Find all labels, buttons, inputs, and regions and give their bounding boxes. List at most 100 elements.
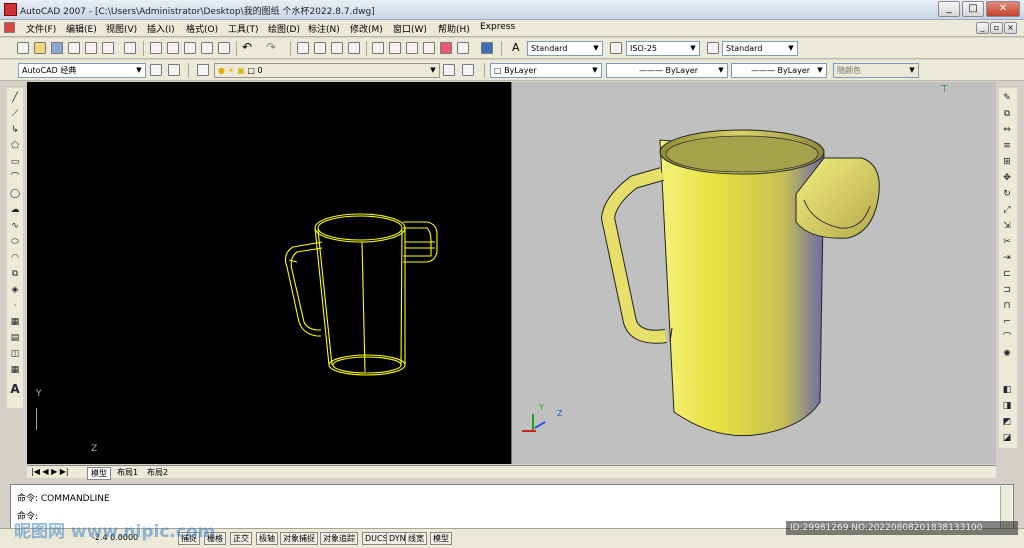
paste-icon[interactable] <box>184 42 196 54</box>
zoom-previous-icon[interactable] <box>348 42 360 54</box>
copy-icon[interactable] <box>167 42 179 54</box>
array-icon[interactable]: ⊞ <box>1001 156 1013 168</box>
send-back-icon[interactable]: ◩ <box>1001 416 1013 428</box>
polar-toggle[interactable]: 极轴 <box>256 532 278 545</box>
markup-icon[interactable] <box>440 42 452 54</box>
hatch-icon[interactable]: ▦ <box>9 316 21 328</box>
pan-icon[interactable] <box>297 42 309 54</box>
line-icon[interactable]: ╱ <box>9 92 21 104</box>
break-icon[interactable]: ⊐ <box>1001 284 1013 296</box>
point-icon[interactable]: · <box>9 300 21 312</box>
tab-nav-arrows[interactable]: |◀ ◀ ▶ ▶| <box>31 467 69 476</box>
3dplot-icon[interactable] <box>124 42 136 54</box>
lineweight-toggle[interactable]: 线宽 <box>405 532 427 545</box>
polyline-icon[interactable]: ↳ <box>9 124 21 136</box>
construction-line-icon[interactable]: ⟋ <box>9 108 21 120</box>
doc-close-button[interactable]: × <box>1004 22 1017 34</box>
design-center-icon[interactable] <box>389 42 401 54</box>
mirror-icon[interactable]: ⇔ <box>1001 124 1013 136</box>
menu-window[interactable]: 窗口(W) <box>393 22 427 35</box>
erase-icon[interactable]: ✎ <box>1001 92 1013 104</box>
menu-draw[interactable]: 绘图(D) <box>268 22 300 35</box>
color-select[interactable]: □ ByLayer ▼ <box>490 63 602 78</box>
table-style-select[interactable]: Standard ▼ <box>722 41 798 56</box>
quickcalc-icon[interactable] <box>457 42 469 54</box>
linetype-select[interactable]: ——— ByLayer ▼ <box>606 63 728 78</box>
chamfer-icon[interactable]: ⌐ <box>1001 316 1013 328</box>
save-icon[interactable] <box>51 42 63 54</box>
menu-view[interactable]: 视图(V) <box>106 22 137 35</box>
tab-layout1[interactable]: 布局1 <box>117 467 138 478</box>
workspace-settings-icon[interactable] <box>150 64 162 76</box>
otrack-toggle[interactable]: 对象追踪 <box>320 532 358 545</box>
menu-file[interactable]: 文件(F) <box>26 22 56 35</box>
tab-model[interactable]: 模型 <box>87 467 111 480</box>
revision-cloud-icon[interactable]: ☁ <box>9 204 21 216</box>
insert-block-icon[interactable]: ⧉ <box>9 268 21 280</box>
menu-express[interactable]: Express <box>480 22 515 32</box>
menu-format[interactable]: 格式(O) <box>186 22 218 35</box>
join-icon[interactable]: ⊓ <box>1001 300 1013 312</box>
ellipse-arc-icon[interactable]: ◠ <box>9 252 21 264</box>
text-front-icon[interactable]: ◪ <box>1001 432 1013 444</box>
lineweight-select[interactable]: ——— ByLayer ▼ <box>731 63 827 78</box>
osnap-toggle[interactable]: 对象捕捉 <box>280 532 318 545</box>
spline-icon[interactable]: ∿ <box>9 220 21 232</box>
table-icon[interactable]: ▦ <box>9 364 21 376</box>
undo-icon[interactable]: ↶ <box>242 41 254 54</box>
ortho-toggle[interactable]: 正交 <box>230 532 252 545</box>
extend-icon[interactable]: ⇥ <box>1001 252 1013 264</box>
make-layer-current-icon[interactable] <box>443 64 455 76</box>
multiline-text-icon[interactable]: A <box>9 383 21 395</box>
circle-icon[interactable]: ◯ <box>9 188 21 200</box>
break-at-point-icon[interactable]: ⊏ <box>1001 268 1013 280</box>
layer-manager-icon[interactable] <box>197 64 209 76</box>
region-icon[interactable]: ◫ <box>9 348 21 360</box>
fillet-icon[interactable]: ⌒ <box>1001 332 1013 344</box>
rotate-icon[interactable]: ↻ <box>1001 188 1013 200</box>
zoom-window-icon[interactable] <box>331 42 343 54</box>
open-icon[interactable] <box>34 42 46 54</box>
ellipse-icon[interactable]: ⬭ <box>9 236 21 248</box>
menu-dimension[interactable]: 标注(N) <box>308 22 340 35</box>
match-properties-icon[interactable] <box>201 42 213 54</box>
menu-modify[interactable]: 修改(M) <box>350 22 383 35</box>
rectangle-icon[interactable]: ▭ <box>9 156 21 168</box>
plot-icon[interactable] <box>68 42 80 54</box>
plotstyle-select[interactable]: 随颜色 ▼ <box>833 63 919 78</box>
layer-select[interactable]: ● ☀ ▣ □ 0 ▼ <box>214 63 440 78</box>
publish-icon[interactable] <box>102 42 114 54</box>
viewport-shaded[interactable]: ⊤ Z Y <box>511 82 996 464</box>
move-icon[interactable]: ✥ <box>1001 172 1013 184</box>
draw-order-icon[interactable]: ◧ <box>1001 384 1013 396</box>
redo-icon[interactable]: ↷ <box>266 41 278 54</box>
cut-icon[interactable] <box>150 42 162 54</box>
gradient-icon[interactable]: ▤ <box>9 332 21 344</box>
minimize-button[interactable]: _ <box>938 1 960 17</box>
viewport-wireframe[interactable]: Y Z <box>27 82 511 464</box>
properties-icon[interactable] <box>372 42 384 54</box>
menu-insert[interactable]: 插入(I) <box>147 22 175 35</box>
document-icon[interactable] <box>4 22 15 33</box>
doc-minimize-button[interactable]: _ <box>976 22 989 34</box>
arc-icon[interactable]: ⌒ <box>9 172 21 184</box>
save-workspace-icon[interactable] <box>168 64 180 76</box>
model-space-toggle[interactable]: 模型 <box>430 532 452 545</box>
tool-palettes-icon[interactable] <box>406 42 418 54</box>
menu-tools[interactable]: 工具(T) <box>228 22 259 35</box>
menu-edit[interactable]: 编辑(E) <box>66 22 97 35</box>
preview-icon[interactable] <box>85 42 97 54</box>
new-icon[interactable] <box>17 42 29 54</box>
block-editor-icon[interactable] <box>218 42 230 54</box>
scale-icon[interactable]: ⤢ <box>1001 204 1013 216</box>
offset-icon[interactable]: ≡ <box>1001 140 1013 152</box>
menu-help[interactable]: 帮助(H) <box>438 22 470 35</box>
polygon-icon[interactable]: ⬠ <box>9 140 21 152</box>
doc-restore-button[interactable]: ▫ <box>990 22 1003 34</box>
stretch-icon[interactable]: ⇲ <box>1001 220 1013 232</box>
maximize-button[interactable]: □ <box>962 1 984 17</box>
bring-front-icon[interactable]: ◨ <box>1001 400 1013 412</box>
dim-style-select[interactable]: ISO-25 ▼ <box>626 41 700 56</box>
copy-object-icon[interactable]: ⧉ <box>1001 108 1013 120</box>
close-button[interactable]: ✕ <box>986 1 1020 17</box>
